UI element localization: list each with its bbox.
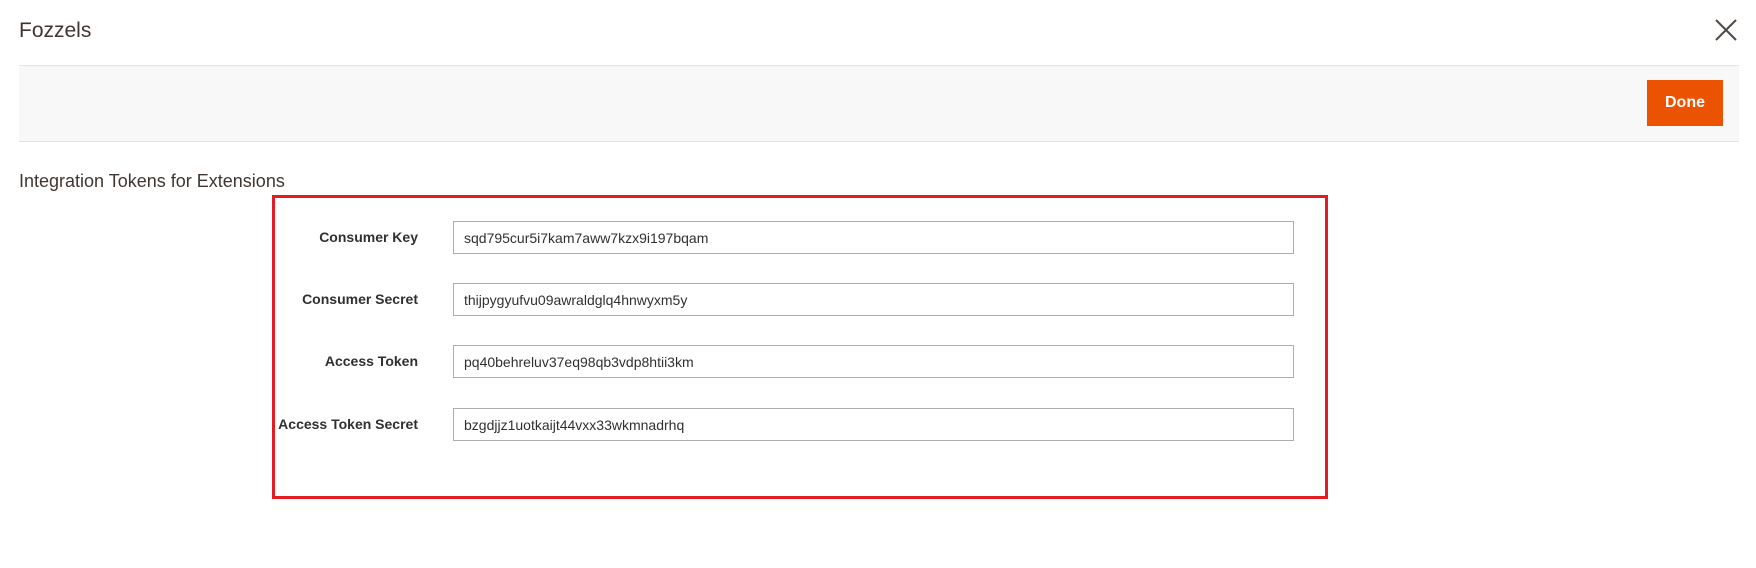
access-token-input[interactable] bbox=[453, 345, 1294, 378]
done-button[interactable]: Done bbox=[1647, 80, 1723, 126]
access-token-label: Access Token bbox=[324, 353, 418, 369]
access-token-secret-label: Access Token Secret bbox=[278, 416, 418, 432]
field-row-access-token-secret: Access Token Secret bbox=[275, 408, 1325, 442]
tokens-fieldset: Consumer Key Consumer Secret Access Toke… bbox=[272, 195, 1328, 499]
consumer-key-input[interactable] bbox=[453, 221, 1294, 254]
close-icon bbox=[1715, 19, 1737, 41]
field-row-access-token: Access Token bbox=[275, 345, 1325, 379]
section-title: Integration Tokens for Extensions bbox=[19, 171, 285, 191]
access-token-secret-input[interactable] bbox=[453, 408, 1294, 441]
field-row-consumer-secret: Consumer Secret bbox=[275, 283, 1325, 317]
field-row-consumer-key: Consumer Key bbox=[275, 221, 1325, 255]
consumer-secret-input[interactable] bbox=[453, 283, 1294, 316]
consumer-secret-label: Consumer Secret bbox=[302, 291, 418, 307]
modal-toolbar: Done bbox=[19, 65, 1739, 142]
modal-title: Fozzels bbox=[19, 19, 92, 42]
consumer-key-label: Consumer Key bbox=[319, 229, 418, 245]
close-button[interactable] bbox=[1712, 16, 1740, 44]
